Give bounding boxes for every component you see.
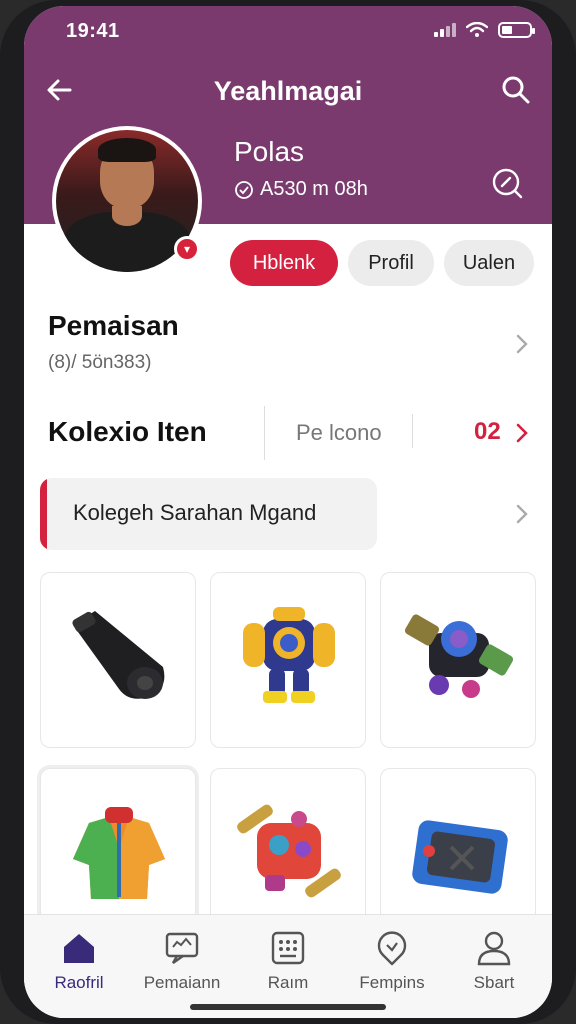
- search-icon[interactable]: [500, 74, 532, 106]
- black-horn-item-icon: [72, 611, 165, 699]
- avatar-badge-icon: ▾: [174, 236, 200, 262]
- status-time: 19:41: [66, 20, 120, 42]
- top-app-bar: Yeahlmagai: [24, 66, 552, 114]
- divider: [264, 406, 265, 460]
- item-card[interactable]: [40, 572, 196, 748]
- status-icons: [434, 22, 535, 38]
- profile-subtitle: A530 m 08h: [234, 178, 368, 201]
- avatar[interactable]: ▾: [52, 126, 202, 276]
- bottom-navigation: Raofril Pemaiann Raım Fempins Sbart: [24, 914, 552, 1018]
- profile-name: Polas: [234, 136, 305, 167]
- status-bar: 19:41: [24, 6, 552, 56]
- blue-device-item-icon: [412, 820, 508, 894]
- armor-robot-item-icon: [243, 607, 335, 703]
- grid-box-icon: [271, 931, 305, 965]
- divider: [412, 414, 413, 448]
- nav-label: Sbart: [473, 973, 515, 992]
- pemaisan-subtitle: (8)/ 5ön383): [48, 352, 152, 373]
- collection-row[interactable]: Kolexio Iten Pe lcono 02: [48, 406, 528, 460]
- banner-accent: [40, 478, 47, 550]
- item-card[interactable]: [210, 572, 366, 748]
- tab-profil[interactable]: Profil: [348, 240, 434, 286]
- collection-banner[interactable]: Kolegeh Sarahan Mgand: [40, 478, 377, 550]
- nav-item-fempins[interactable]: Fempins: [342, 929, 442, 993]
- nav-item-raofril[interactable]: Raofril: [29, 929, 129, 993]
- wifi-icon: [466, 22, 488, 37]
- jacket-item-icon: [73, 807, 165, 899]
- signal-icon: [434, 23, 456, 37]
- red-machine-item-icon: [237, 804, 341, 898]
- nav-label: Pemaiann: [143, 973, 221, 992]
- battery-icon: [498, 22, 535, 38]
- app-title: Yeahlmagai: [213, 76, 363, 106]
- profile-subtitle-text: A530 m 08h: [260, 178, 368, 200]
- chevron-right-icon[interactable]: [514, 502, 530, 526]
- nav-item-pemaiann[interactable]: Pemaiann: [132, 929, 232, 993]
- collection-title: Kolexio Iten: [48, 416, 207, 447]
- nav-label: Raım: [267, 973, 309, 992]
- home-indicator[interactable]: [190, 1004, 386, 1010]
- profile-search-icon[interactable]: [490, 166, 526, 202]
- banner-text: Kolegeh Sarahan Mgand: [73, 500, 317, 525]
- check-circle-icon: [235, 180, 253, 199]
- profile-tabs: Hblenk Profil Ualen: [230, 240, 534, 286]
- collection-count: 02: [474, 418, 501, 445]
- nav-item-sbart[interactable]: Sbart: [444, 929, 544, 993]
- chevron-right-icon: [516, 334, 528, 354]
- nav-label: Fempins: [359, 973, 425, 992]
- tab-ualen[interactable]: Ualen: [444, 240, 534, 286]
- phone-frame: 19:41 Yeahlmagai Polas A530 m 08h ▾ Hble…: [0, 0, 576, 1024]
- person-icon: [477, 931, 511, 966]
- mech-cannon-item-icon: [404, 614, 514, 698]
- screen: 19:41 Yeahlmagai Polas A530 m 08h ▾ Hble…: [24, 6, 552, 1018]
- nav-item-raim[interactable]: Raım: [238, 929, 338, 993]
- chat-icon: [165, 932, 199, 964]
- chevron-right-icon: [516, 423, 528, 443]
- collection-middle-label: Pe lcono: [296, 420, 382, 445]
- pemaisan-row[interactable]: Pemaisan (8)/ 5ön383): [48, 310, 528, 374]
- nav-label: Raofril: [54, 973, 104, 992]
- pin-icon: [377, 931, 407, 966]
- home-icon: [64, 934, 94, 963]
- item-card[interactable]: [380, 572, 536, 748]
- tab-hblenk[interactable]: Hblenk: [230, 240, 338, 286]
- pemaisan-title: Pemaisan: [48, 310, 179, 341]
